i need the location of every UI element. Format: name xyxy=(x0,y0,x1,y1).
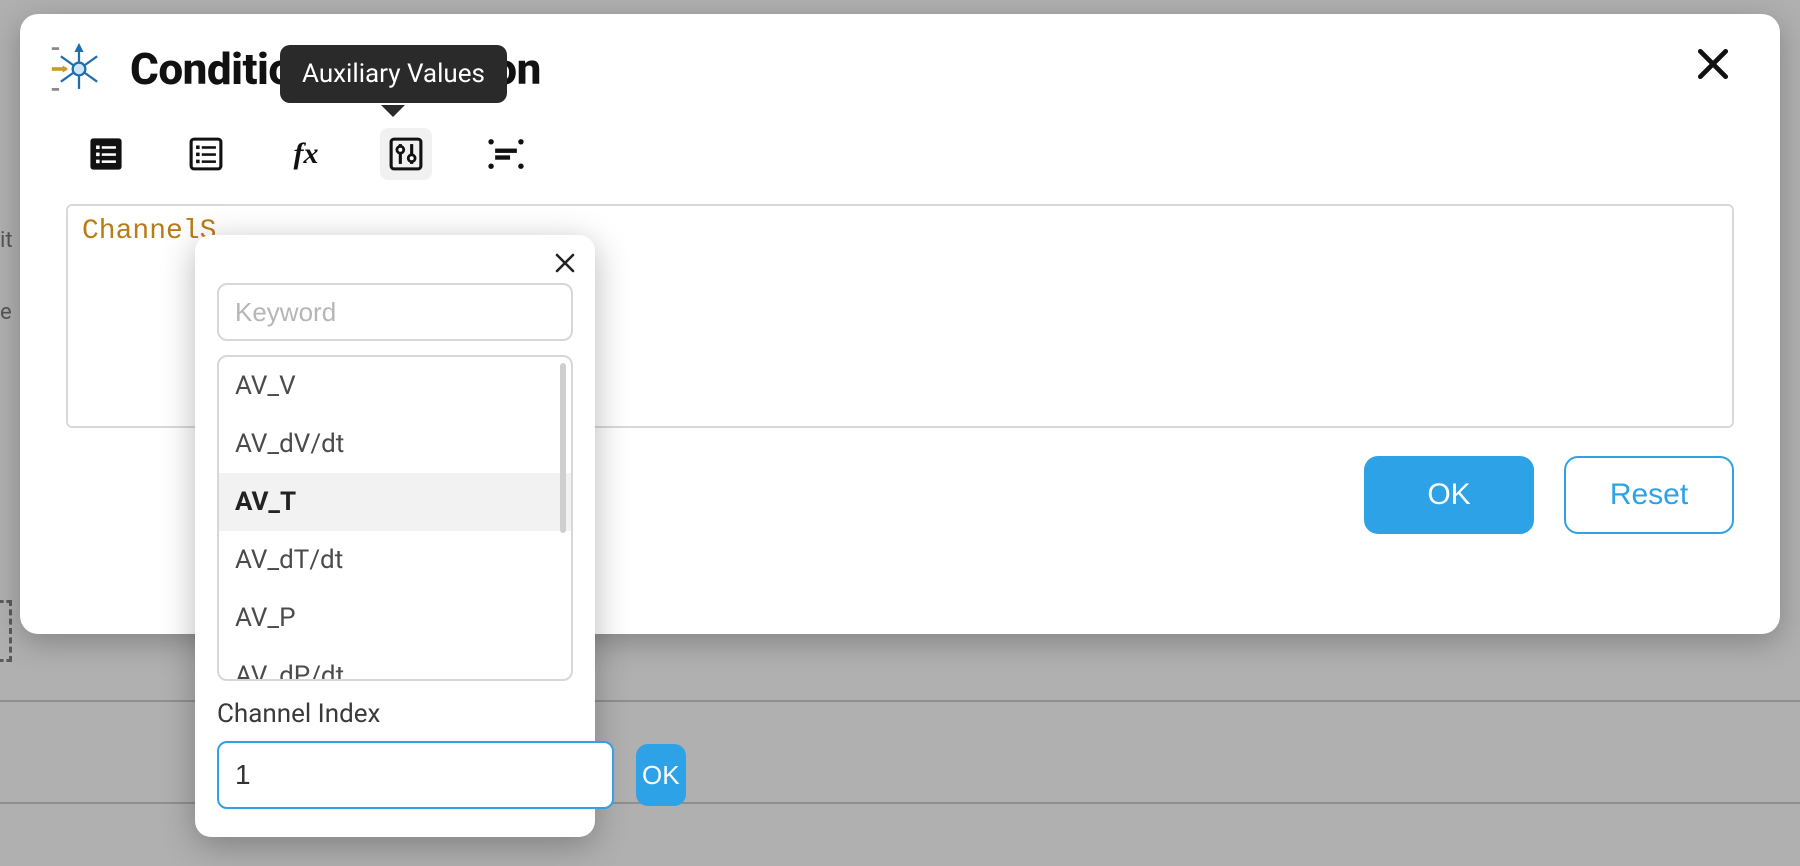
keyword-search-input[interactable] xyxy=(217,283,573,341)
aux-value-list[interactable]: AV_V AV_dV/dt AV_T AV_dT/dt AV_P AV_dP/d… xyxy=(217,355,573,681)
toolbar-fx-button[interactable]: fx xyxy=(280,128,332,180)
reset-button[interactable]: Reset xyxy=(1564,456,1734,534)
toolbar-list-filled-button[interactable] xyxy=(80,128,132,180)
bg-text-frag: e xyxy=(0,300,12,325)
toolbar-align-button[interactable] xyxy=(480,128,532,180)
scrollbar-thumb[interactable] xyxy=(560,363,566,533)
bg-text-frag: it xyxy=(0,228,13,253)
popup-close-icon[interactable] xyxy=(553,249,577,282)
channel-index-label: Channel Index xyxy=(217,699,573,729)
bg-dashed-fragment xyxy=(0,600,12,662)
toolbar: fx xyxy=(20,108,1780,204)
list-item[interactable]: AV_P xyxy=(219,589,571,647)
list-item[interactable]: AV_dP/dt xyxy=(219,647,571,679)
close-icon[interactable] xyxy=(1686,41,1740,97)
toolbar-list-outline-button[interactable] xyxy=(180,128,232,180)
list-item[interactable]: AV_dT/dt xyxy=(219,531,571,589)
list-item[interactable]: AV_dV/dt xyxy=(219,415,571,473)
popup-ok-button[interactable]: OK xyxy=(636,744,686,806)
channel-index-input[interactable] xyxy=(217,741,614,809)
auxiliary-values-popup: AV_V AV_dV/dt AV_T AV_dT/dt AV_P AV_dP/d… xyxy=(195,235,595,837)
ok-button[interactable]: OK xyxy=(1364,456,1534,534)
toolbar-auxiliary-values-button[interactable] xyxy=(380,128,432,180)
flow-node-icon xyxy=(50,40,108,98)
fx-icon: fx xyxy=(294,137,319,171)
list-item[interactable]: AV_T xyxy=(219,473,571,531)
list-item[interactable]: AV_V xyxy=(219,357,571,415)
tooltip-auxiliary-values: Auxiliary Values xyxy=(280,45,507,103)
